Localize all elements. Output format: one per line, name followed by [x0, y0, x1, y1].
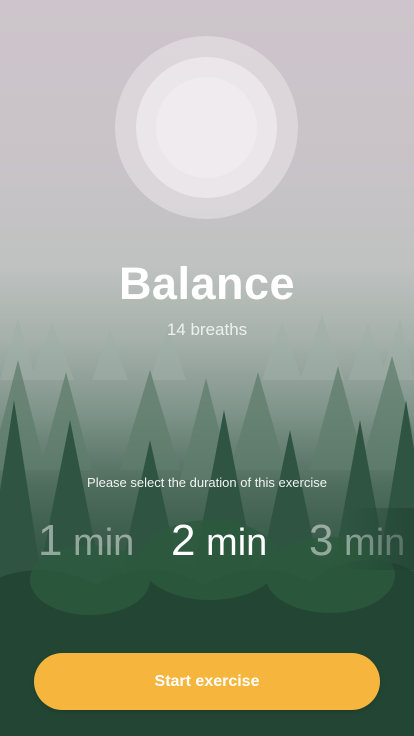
duration-value: 2	[171, 516, 196, 565]
duration-option-1-min[interactable]: 1 min	[38, 516, 134, 566]
duration-value: 1	[38, 516, 63, 565]
duration-unit: min	[73, 522, 135, 564]
exercise-screen: Balance 14 breaths Please select the dur…	[0, 0, 414, 736]
duration-option-2-min[interactable]: 2 min	[171, 516, 267, 566]
exercise-subtitle: 14 breaths	[166, 320, 248, 339]
breathing-circle	[115, 36, 298, 219]
duration-picker[interactable]: 1 min 2 min 3 min	[0, 508, 414, 570]
breathing-circle-ring	[136, 57, 277, 198]
picker-fade-overlay	[344, 508, 414, 570]
breathing-circle-core	[156, 77, 257, 178]
duration-unit: min	[206, 522, 268, 564]
exercise-title: Balance	[118, 258, 296, 309]
start-exercise-button[interactable]: Start exercise	[34, 653, 380, 710]
duration-prompt: Please select the duration of this exerc…	[87, 475, 327, 490]
duration-value: 3	[309, 516, 334, 565]
